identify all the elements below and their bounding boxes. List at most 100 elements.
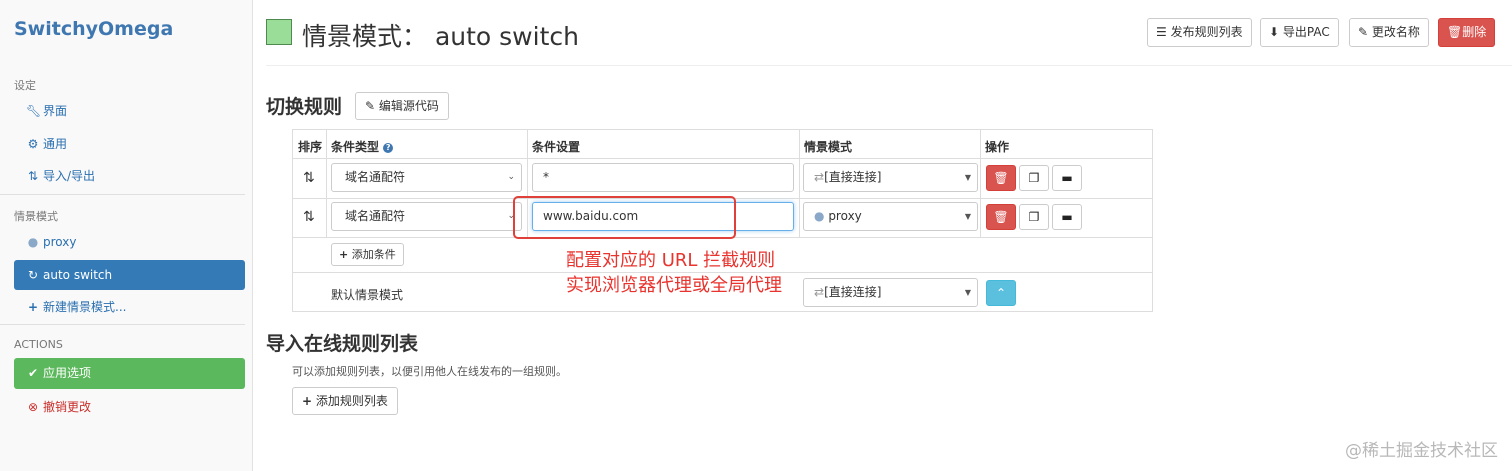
plus-icon: + [339, 248, 349, 261]
sidebar-item-label: 撤销更改 [43, 400, 92, 414]
sidebar-item-interface[interactable]: 🔧︎ 界面 [14, 96, 245, 126]
clone-rule-button[interactable]: ❐ [1019, 165, 1049, 191]
column-divider [799, 130, 800, 238]
button-label: 添加条件 [351, 248, 396, 261]
delete-rule-button[interactable]: 🗑︎ [986, 204, 1016, 230]
sidebar-divider [0, 324, 245, 325]
clone-rule-button[interactable]: ❐ [1019, 204, 1049, 230]
select-value: 域名通配符 [345, 209, 406, 223]
edit-icon: ✎ [365, 99, 376, 113]
column-header-condition: 条件设置 [532, 140, 581, 154]
condition-input[interactable]: * [532, 163, 794, 192]
actions-heading: ACTIONS [14, 338, 63, 351]
gear-icon: ⚙︎ [27, 137, 39, 151]
button-label: 添加规则列表 [315, 394, 388, 408]
trash-icon: 🗑︎ [993, 171, 1009, 185]
annotation-highlight-box [513, 196, 736, 239]
chevron-up-icon: ⌃ [995, 286, 1007, 300]
arrows-icon: ⇄ [814, 285, 825, 299]
watermark: @稀土掘金技术社区 [1345, 441, 1498, 461]
globe-icon: ● [814, 209, 825, 223]
sidebar-item-auto-switch[interactable]: ↻ auto switch [14, 260, 245, 290]
publish-rule-list-button[interactable]: ☰ 发布规则列表 [1147, 18, 1252, 47]
column-divider [980, 130, 981, 238]
main-content: 情景模式： auto switch ☰ 发布规则列表 ⬇ 导出PAC ✎ 更改名… [254, 0, 1512, 471]
sidebar: SwitchyOmega 设定 🔧︎ 界面 ⚙︎ 通用 ⇅ 导入/导出 情景模式 ● p… [0, 0, 253, 471]
sort-handle-icon[interactable]: ⇅ [303, 209, 315, 225]
column-header-profile: 情景模式 [804, 140, 853, 154]
sidebar-item-label: 通用 [43, 137, 68, 151]
button-label: 删除 [1462, 25, 1487, 39]
wrench-icon: 🔧︎ [26, 104, 42, 118]
online-rules-description: 可以添加规则列表，以便引用他人在线发布的一组规则。 [292, 365, 567, 378]
button-label: 编辑源代码 [378, 99, 439, 113]
sidebar-item-label: proxy [43, 235, 77, 249]
arrows-icon: ⇄ [814, 170, 825, 184]
comment-icon: ▬ [1061, 210, 1073, 224]
default-profile-select[interactable]: ⇄[直接连接] ▼ [803, 278, 978, 307]
comment-rule-button[interactable]: ▬ [1052, 165, 1082, 191]
brand-logo[interactable]: SwitchyOmega [14, 18, 173, 40]
settings-heading: 设定 [14, 79, 36, 92]
column-header-condition-type: 条件类型 ? [331, 138, 394, 155]
online-rules-heading: 导入在线规则列表 [266, 333, 419, 355]
profile-color-swatch[interactable] [266, 19, 292, 45]
profile-select[interactable]: ⇄[直接连接] ▼ [803, 163, 978, 192]
comment-rule-button[interactable]: ▬ [1052, 204, 1082, 230]
edit-icon: ✎ [1358, 25, 1369, 39]
button-label: 更改名称 [1371, 25, 1420, 39]
caret-down-icon: ▼ [964, 288, 971, 297]
sidebar-item-import-export[interactable]: ⇅ 导入/导出 [14, 161, 245, 191]
copy-icon: ❐ [1028, 210, 1040, 224]
sidebar-item-proxy[interactable]: ● proxy [14, 227, 245, 257]
list-icon: ☰ [1156, 25, 1167, 39]
plus-icon: + [302, 394, 313, 408]
help-icon[interactable]: ? [383, 142, 394, 153]
column-header-order: 排序 [298, 140, 323, 154]
copy-icon: ❐ [1028, 171, 1040, 185]
rename-button[interactable]: ✎ 更改名称 [1349, 18, 1429, 47]
chevron-down-icon: ⌄ [507, 172, 515, 182]
sidebar-item-label: 界面 [43, 104, 68, 118]
default-profile-label: 默认情景模式 [331, 288, 404, 302]
profiles-heading: 情景模式 [14, 210, 58, 223]
button-label: 发布规则列表 [1170, 25, 1243, 39]
column-header-label: 条件类型 [331, 140, 380, 154]
sidebar-item-general[interactable]: ⚙︎ 通用 [14, 129, 245, 159]
header-divider [266, 65, 1512, 66]
sidebar-item-label: 导入/导出 [43, 169, 96, 183]
profile-select[interactable]: ● proxy ▼ [803, 202, 978, 231]
comment-icon: ▬ [1061, 171, 1073, 185]
annotation-line-2: 实现浏览器代理或全局代理 [566, 275, 782, 296]
annotation-line-1: 配置对应的 URL 拦截规则 [566, 250, 776, 271]
select-value: [直接连接] [824, 170, 882, 184]
delete-rule-button[interactable]: 🗑︎ [986, 165, 1016, 191]
sidebar-item-label: auto switch [43, 268, 113, 282]
add-condition-button[interactable]: + 添加条件 [331, 243, 404, 266]
sidebar-divider [0, 194, 245, 195]
row-divider [293, 158, 1152, 159]
select-value: 域名通配符 [345, 170, 406, 184]
condition-type-select[interactable]: 域名通配符 ⌄ [331, 163, 522, 192]
import-export-icon: ⇅ [27, 169, 39, 183]
sidebar-item-label: 应用选项 [43, 366, 92, 380]
edit-source-button[interactable]: ✎ 编辑源代码 [355, 92, 449, 120]
sort-handle-icon[interactable]: ⇅ [303, 170, 315, 186]
trash-icon: 🗑︎ [993, 210, 1009, 224]
export-pac-button[interactable]: ⬇ 导出PAC [1260, 18, 1339, 47]
collapse-button[interactable]: ⌃ [986, 280, 1016, 306]
discard-changes-button[interactable]: ⊗ 撤销更改 [14, 392, 245, 422]
cancel-circle-icon: ⊗ [27, 400, 39, 414]
page-title: 情景模式： auto switch [302, 22, 579, 51]
add-rule-list-button[interactable]: + 添加规则列表 [292, 387, 398, 415]
select-value: [直接连接] [824, 285, 882, 299]
delete-profile-button[interactable]: 🗑︎删除 [1438, 18, 1496, 47]
condition-type-select[interactable]: 域名通配符 ⌄ [331, 202, 522, 231]
download-icon: ⬇ [1269, 25, 1280, 39]
globe-icon: ● [27, 235, 39, 249]
column-divider [326, 130, 327, 238]
plus-icon: + [27, 300, 39, 314]
apply-options-button[interactable]: ✔ 应用选项 [14, 358, 245, 389]
select-value: proxy [828, 209, 862, 223]
sidebar-item-new-profile[interactable]: + 新建情景模式... [14, 292, 245, 322]
